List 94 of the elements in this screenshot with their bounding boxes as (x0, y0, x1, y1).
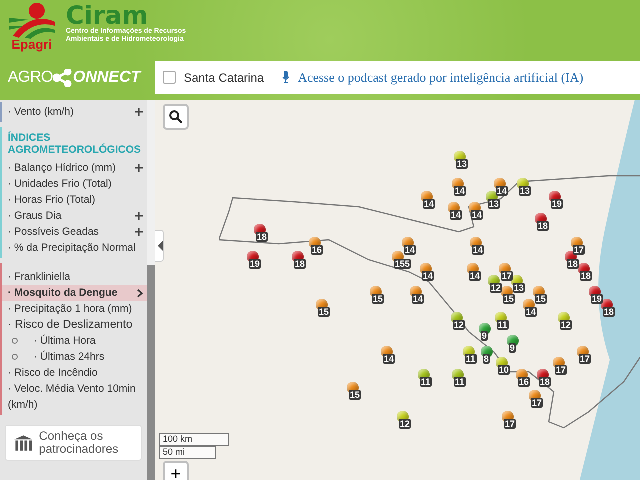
menu-item[interactable]: · Mosquito da Dengue (2, 285, 147, 301)
marker-value: 14 (472, 245, 484, 255)
share-icon (53, 68, 74, 87)
menu-item[interactable]: · Balanço Hídrico (mm) (2, 160, 147, 176)
marker-value: 13 (456, 159, 468, 169)
zoom-in-button[interactable]: + (163, 461, 189, 480)
marker-value: 9 (481, 331, 488, 341)
podcast-link[interactable]: Acesse o podcast gerado por inteligência artificial (IA) (298, 70, 584, 86)
menu-item[interactable]: · Possíveis Geadas (2, 224, 147, 240)
marker-value: 15 (535, 294, 548, 304)
menu-item[interactable]: · Risco de Deslizamento (2, 317, 147, 333)
marker-value: 17 (504, 419, 516, 429)
marker-value: 18 (537, 221, 550, 231)
marker-value: 12 (453, 320, 466, 330)
marker-value: 14 (404, 245, 416, 255)
menu-item[interactable]: · Precipitação 1 hora (mm) (2, 301, 147, 317)
search-icon (169, 110, 183, 124)
plus-icon (135, 108, 143, 116)
marker-value: 15 (372, 294, 384, 304)
marker-value: 18 (603, 307, 616, 317)
brand-text: ONNECT (73, 68, 141, 87)
marker-value: 17 (555, 365, 568, 375)
chevron-right-icon (137, 288, 143, 298)
bullet-icon (12, 354, 18, 360)
marker-value: 15 (503, 294, 516, 304)
marker-value: 17 (579, 354, 592, 364)
marker-value: 16 (518, 377, 530, 387)
marker-value: 17 (531, 398, 544, 408)
marker-value: 18 (294, 259, 306, 269)
marker-value: 18 (567, 259, 580, 269)
sponsor-card[interactable]: Conheça os patrocinadores (5, 425, 142, 461)
menu-item[interactable]: · Vento (km/h) (2, 104, 147, 120)
marker-value: 14 (383, 354, 396, 364)
marker-value: 12 (490, 283, 502, 293)
marker-value: 12 (560, 320, 572, 330)
epagri-logo-text: Epagri (12, 38, 52, 51)
marker-value: 11 (465, 354, 477, 364)
section-title: ÍNDICES AGROMETEOROLÓGICOS (7, 130, 142, 158)
marker-value: 14 (469, 271, 482, 281)
bullet-icon (12, 338, 18, 344)
menu-item[interactable]: · Horas Frio (Total) (2, 192, 147, 208)
microphone-icon (282, 71, 290, 84)
marker-value: 14 (422, 271, 434, 281)
marker-value: 14 (496, 186, 508, 196)
menu-item[interactable]: · Última Hora (2, 333, 147, 349)
marker-value: 19 (591, 294, 604, 304)
menu-item[interactable]: · Graus Dia (2, 208, 147, 224)
marker-value: 18 (539, 377, 552, 387)
menu-item[interactable]: · Frankliniella (2, 269, 147, 285)
marker-value: 11 (497, 320, 509, 330)
menu-item[interactable]: · Veloc. Média Vento 10min (km/h) (2, 381, 147, 413)
state-checkbox[interactable] (163, 71, 176, 84)
marker-value: 13 (513, 283, 526, 293)
menu-item[interactable]: · Risco de Incêndio (2, 365, 147, 381)
marker-value: 18 (580, 271, 592, 281)
marker-value: 9 (509, 343, 516, 353)
menu-item[interactable]: · Unidades Frio (Total) (2, 176, 147, 192)
marker-value: 14 (525, 307, 538, 317)
ciram-title: Ciram (66, 4, 148, 28)
marker-value: 14 (471, 210, 484, 220)
marker-value: 14 (454, 186, 466, 196)
menu-item[interactable]: · % da Precipitação Normal (2, 240, 147, 256)
marker-value: 19 (249, 259, 262, 269)
marker-value: 13 (519, 186, 532, 196)
plus-icon (135, 228, 143, 236)
marker-value: 11 (454, 377, 466, 387)
brand-text: AGRO (8, 68, 54, 87)
menu-item[interactable]: · Últimas 24hrs (2, 349, 147, 365)
marker-value: 11 (420, 377, 432, 387)
scale-bar: 100 km (159, 433, 229, 446)
marker-value: 16 (311, 245, 324, 255)
marker-value: 14 (450, 210, 462, 220)
marker-value: 19 (551, 199, 564, 209)
scrollbar-thumb[interactable] (147, 265, 155, 480)
search-button[interactable] (163, 104, 189, 130)
map[interactable]: 13 14 14 13 14 13 19 14 14 18 18 16 14 14 17 19 18 155 18 14 14 17 18 12 13 15 14 15 15 19 15 14 18 12 11 12 9 9 14 11 8 17 10 17 11 11 16 18 15 17 12 17 100 km 50 mi + (155, 100, 640, 480)
plus-icon (135, 212, 143, 220)
marker-value: 8 (483, 354, 490, 364)
marker-value: 14 (423, 199, 436, 209)
checkbox-label: Santa Catarina (184, 70, 264, 85)
marker-value: 14 (412, 294, 424, 304)
caret-left-icon (158, 241, 163, 251)
marker-value: 10 (498, 365, 510, 375)
marker-value: 12 (399, 419, 412, 429)
marker-value: 18 (256, 232, 268, 242)
marker-value: 13 (488, 199, 500, 209)
marker-value: 17 (573, 245, 586, 255)
epagri-logo-icon (7, 2, 57, 40)
marker-value: 15 (318, 307, 330, 317)
marker-value: 17 (501, 271, 514, 281)
marker-value: 15 (349, 390, 362, 400)
marker-value: 155 (394, 259, 412, 269)
plus-icon (135, 164, 143, 172)
scale-bar: 50 mi (159, 446, 216, 459)
